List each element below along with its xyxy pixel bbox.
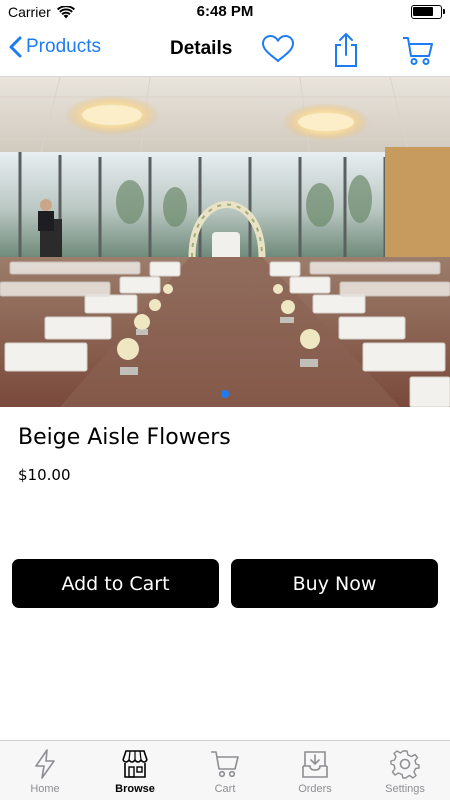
back-button[interactable]: Products <box>8 36 101 58</box>
navigation-bar: Products Details <box>0 24 450 77</box>
tab-orders[interactable]: Orders <box>270 741 360 800</box>
tab-home[interactable]: Home <box>0 741 90 800</box>
product-photo <box>0 77 450 407</box>
chevron-left-icon <box>9 36 22 58</box>
heart-icon[interactable] <box>261 34 295 64</box>
page-title: Details <box>170 38 233 59</box>
cart-icon <box>211 751 239 778</box>
cart-icon[interactable] <box>402 36 434 66</box>
gear-icon <box>390 750 420 779</box>
inbox-icon <box>302 751 328 778</box>
status-time: 6:48 PM <box>196 3 254 20</box>
product-name: Beige Aisle Flowers <box>18 425 231 450</box>
product-image-carousel[interactable] <box>0 77 450 407</box>
tab-browse[interactable]: Browse <box>90 741 180 800</box>
tab-settings[interactable]: Settings <box>360 741 450 800</box>
tab-bar: Home Browse Cart Orders Settings <box>0 740 450 800</box>
status-bar: Carrier 6:48 PM <box>0 0 450 24</box>
tab-label: Home <box>30 783 60 795</box>
tab-label: Browse <box>115 783 155 795</box>
lightning-icon <box>35 749 55 779</box>
tab-cart[interactable]: Cart <box>180 741 270 800</box>
buy-now-button[interactable]: Buy Now <box>231 559 438 608</box>
carousel-page-indicator <box>221 390 229 398</box>
battery-level <box>413 7 433 16</box>
tab-label: Settings <box>385 783 425 795</box>
storefront-icon <box>122 750 148 778</box>
add-to-cart-button[interactable]: Add to Cart <box>12 559 219 608</box>
tab-label: Orders <box>298 783 332 795</box>
tab-label: Cart <box>214 783 236 795</box>
share-icon[interactable] <box>333 32 359 68</box>
product-price: $10.00 <box>18 466 71 484</box>
back-button-label: Products <box>26 36 101 57</box>
battery-icon <box>411 5 445 19</box>
